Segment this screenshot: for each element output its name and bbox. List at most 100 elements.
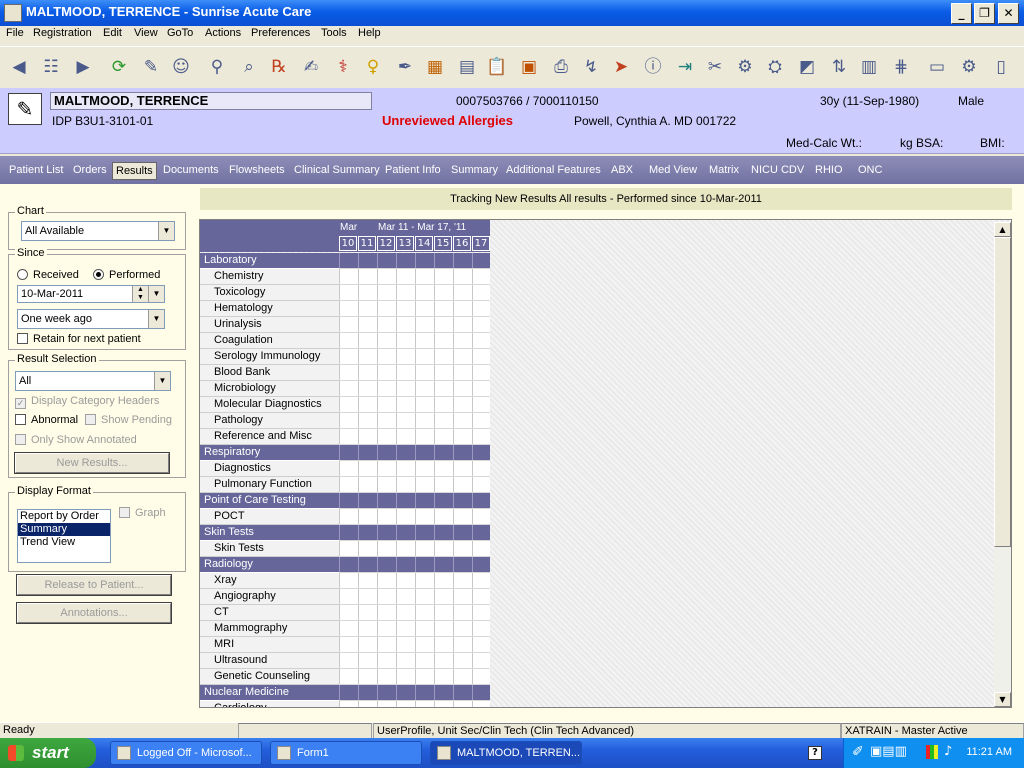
result-cells[interactable] xyxy=(339,589,490,605)
category-label[interactable]: Skin Tests xyxy=(200,525,339,541)
tab-additional-features[interactable]: Additional Features xyxy=(503,162,604,180)
result-label[interactable]: Serology Immunology xyxy=(200,349,339,365)
task-maltmood[interactable]: MALTMOOD, TERREN... xyxy=(430,741,582,765)
result-row[interactable]: Genetic Counseling xyxy=(200,669,490,685)
result-cells[interactable] xyxy=(339,557,490,573)
result-label[interactable]: Molecular Diagnostics xyxy=(200,397,339,413)
result-cells[interactable] xyxy=(339,381,490,397)
since-range-select[interactable]: One week ago ▼ xyxy=(17,309,165,329)
group-icon[interactable]: ⚙ xyxy=(732,53,758,81)
save-icon[interactable]: ▥ xyxy=(856,53,882,81)
day-column-header[interactable]: 14 xyxy=(415,236,433,251)
result-row[interactable]: Cardiology xyxy=(200,701,490,707)
calculator-icon[interactable]: ▯ xyxy=(988,53,1014,81)
tray-apps-icon[interactable]: ▣▤▥ xyxy=(870,744,907,759)
display-format-list[interactable]: Report by Order Summary Trend View xyxy=(17,509,111,563)
result-row[interactable]: Serology Immunology xyxy=(200,349,490,365)
settings-icon[interactable]: ⛭ xyxy=(762,53,788,81)
tab-matrix[interactable]: Matrix xyxy=(706,162,742,180)
tab-onc[interactable]: ONC xyxy=(855,162,885,180)
result-cells[interactable] xyxy=(339,605,490,621)
result-row[interactable]: Diagnostics xyxy=(200,461,490,477)
result-cells[interactable] xyxy=(339,573,490,589)
write-order-icon[interactable]: ✍ xyxy=(298,53,324,81)
chart-select[interactable]: All Available ▼ xyxy=(21,221,175,241)
result-row[interactable]: Pathology xyxy=(200,413,490,429)
exit-icon[interactable]: ⇥ xyxy=(672,53,698,81)
prescription-icon[interactable]: ℞ xyxy=(266,53,292,81)
release-to-patient-button[interactable]: Release to Patient... xyxy=(16,574,172,596)
result-row[interactable]: MRI xyxy=(200,637,490,653)
tray-status-icon[interactable] xyxy=(926,745,938,759)
result-label[interactable]: Angiography xyxy=(200,589,339,605)
category-row[interactable]: Point of Care Testing xyxy=(200,493,490,509)
result-cells[interactable] xyxy=(339,397,490,413)
result-cells[interactable] xyxy=(339,637,490,653)
result-cells[interactable] xyxy=(339,701,490,707)
menu-file[interactable]: File xyxy=(6,27,24,39)
result-cells[interactable] xyxy=(339,269,490,285)
caduceus-icon[interactable]: ⚕ xyxy=(330,53,356,81)
result-cells[interactable] xyxy=(339,669,490,685)
tab-rhio[interactable]: RHIO xyxy=(812,162,846,180)
tools-icon[interactable]: ✂ xyxy=(702,53,728,81)
result-label[interactable]: POCT xyxy=(200,509,339,525)
result-label[interactable]: Pulmonary Function xyxy=(200,477,339,493)
result-cells[interactable] xyxy=(339,461,490,477)
result-label[interactable]: MRI xyxy=(200,637,339,653)
format-trend-view[interactable]: Trend View xyxy=(18,536,110,549)
tab-flowsheets[interactable]: Flowsheets xyxy=(226,162,288,180)
result-cells[interactable] xyxy=(339,253,490,269)
graph-icon[interactable]: ↯ xyxy=(578,53,604,81)
result-cells[interactable] xyxy=(339,621,490,637)
flowsheet-icon[interactable]: ▦ xyxy=(422,53,448,81)
result-label[interactable]: Chemistry xyxy=(200,269,339,285)
pen-icon[interactable]: ✐ xyxy=(852,744,864,760)
tab-documents[interactable]: Documents xyxy=(160,162,222,180)
day-column-header[interactable]: 13 xyxy=(396,236,414,251)
menu-edit[interactable]: Edit xyxy=(103,27,122,39)
tab-patient-list[interactable]: Patient List xyxy=(6,162,66,180)
result-row[interactable]: Microbiology xyxy=(200,381,490,397)
result-row[interactable]: Reference and Misc xyxy=(200,429,490,445)
result-cells[interactable] xyxy=(339,333,490,349)
tab-orders[interactable]: Orders xyxy=(70,162,110,180)
spinner-icon[interactable]: ▲ ▼ xyxy=(132,286,148,302)
result-cells[interactable] xyxy=(339,541,490,557)
info-icon[interactable]: ⓘ xyxy=(640,53,666,81)
send-icon[interactable]: ➤ xyxy=(608,53,634,81)
tab-abx[interactable]: ABX xyxy=(608,162,636,180)
task-form1[interactable]: Form1 xyxy=(270,741,422,765)
scroll-down-icon[interactable]: ▼ xyxy=(994,692,1011,707)
result-label[interactable]: Mammography xyxy=(200,621,339,637)
result-cells[interactable] xyxy=(339,477,490,493)
result-cells[interactable] xyxy=(339,365,490,381)
task-logged-off[interactable]: Logged Off - Microsof... xyxy=(110,741,262,765)
result-row[interactable]: Molecular Diagnostics xyxy=(200,397,490,413)
chevron-down-icon[interactable]: ▼ xyxy=(154,372,170,390)
tab-clinical-summary[interactable]: Clinical Summary xyxy=(291,162,383,180)
minimize-button[interactable]: _ xyxy=(951,3,972,24)
search-icon[interactable]: ⚲ xyxy=(204,53,230,81)
tab-results[interactable]: Results xyxy=(112,162,157,180)
retain-checkbox[interactable]: Retain for next patient xyxy=(17,333,141,345)
result-cells[interactable] xyxy=(339,445,490,461)
result-row[interactable]: Urinalysis xyxy=(200,317,490,333)
result-row[interactable]: Hematology xyxy=(200,301,490,317)
category-label[interactable]: Point of Care Testing xyxy=(200,493,339,509)
result-selection-select[interactable]: All ▼ xyxy=(15,371,171,391)
close-button[interactable]: ✕ xyxy=(998,3,1019,24)
category-row[interactable]: Nuclear Medicine xyxy=(200,685,490,701)
day-column-header[interactable]: 16 xyxy=(453,236,471,251)
chevron-down-icon[interactable]: ▼ xyxy=(148,310,164,328)
result-label[interactable]: Urinalysis xyxy=(200,317,339,333)
signature-icon[interactable]: ✒ xyxy=(392,53,418,81)
graph-checkbox[interactable]: Graph xyxy=(119,507,166,519)
result-cells[interactable] xyxy=(339,301,490,317)
result-label[interactable]: Genetic Counseling xyxy=(200,669,339,685)
vertical-scrollbar[interactable]: ▲ ▼ xyxy=(994,222,1011,707)
show-pending-checkbox[interactable]: Show Pending xyxy=(85,414,172,426)
result-cells[interactable] xyxy=(339,493,490,509)
result-label[interactable]: Xray xyxy=(200,573,339,589)
chevron-down-icon[interactable]: ▼ xyxy=(148,286,164,302)
